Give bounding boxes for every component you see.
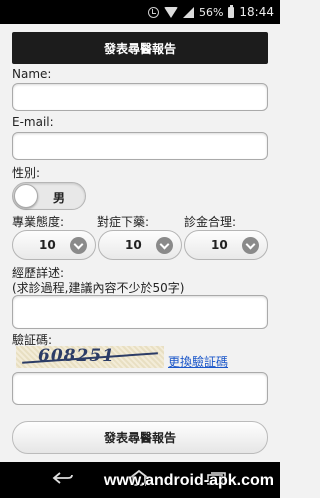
rating-select-treatment[interactable]: 10 bbox=[98, 230, 182, 260]
rating-label-attitude: 專業態度: bbox=[12, 215, 65, 229]
chevron-down-icon bbox=[242, 237, 259, 254]
toggle-knob[interactable] bbox=[14, 184, 38, 208]
select-value: 10 bbox=[125, 238, 142, 252]
status-bar: 56% 18:44 bbox=[0, 0, 280, 24]
gender-label: 性別: bbox=[12, 166, 41, 180]
email-label: E-mail: bbox=[12, 115, 54, 129]
select-value: 10 bbox=[39, 238, 56, 252]
chevron-down-icon bbox=[70, 237, 87, 254]
back-icon[interactable] bbox=[52, 471, 74, 485]
battery-icon bbox=[228, 4, 235, 18]
rating-label-fee: 診金合理: bbox=[184, 215, 237, 229]
experience-hint: (求診過程,建議內容不少於50字) bbox=[12, 281, 185, 295]
captcha-input[interactable] bbox=[12, 372, 268, 405]
battery-percent: 56% bbox=[198, 5, 224, 19]
gender-toggle[interactable]: 男 bbox=[12, 182, 86, 210]
email-input[interactable] bbox=[12, 132, 268, 160]
page-title: 發表尋醫報告 bbox=[12, 32, 268, 64]
gender-value: 男 bbox=[53, 191, 66, 205]
signal-icon bbox=[182, 6, 194, 18]
name-label: Name: bbox=[12, 67, 52, 81]
watermark: www.android-apk.com bbox=[103, 472, 274, 489]
select-value: 10 bbox=[211, 238, 228, 252]
rating-label-treatment: 對症下藥: bbox=[97, 215, 150, 229]
wifi-icon bbox=[163, 6, 178, 18]
submit-button[interactable]: 發表尋醫報告 bbox=[12, 421, 268, 454]
refresh-captcha-link[interactable]: 更換驗証碼 bbox=[168, 353, 228, 370]
rating-select-fee[interactable]: 10 bbox=[184, 230, 268, 260]
captcha-image: 608251 bbox=[16, 346, 164, 368]
chevron-down-icon bbox=[156, 237, 173, 254]
clock: 18:44 bbox=[239, 5, 274, 19]
alarm-icon bbox=[147, 6, 159, 18]
experience-textarea[interactable] bbox=[12, 295, 268, 329]
rating-select-attitude[interactable]: 10 bbox=[12, 230, 96, 260]
name-input[interactable] bbox=[12, 83, 268, 111]
